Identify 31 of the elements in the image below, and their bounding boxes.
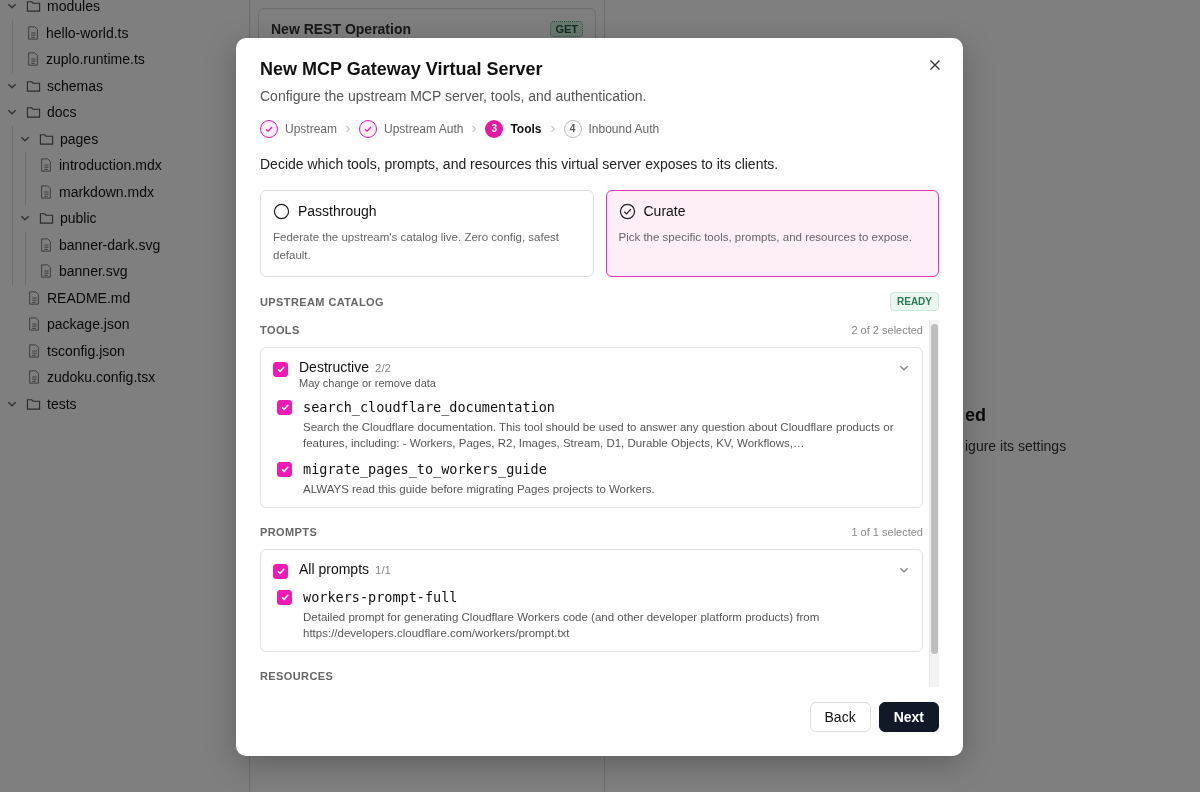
section-heading: PROMPTS [260,525,318,538]
option-description: Pick the specific tools, prompts, and resources to expose. [618,229,913,245]
step-number: 4 [563,119,582,138]
item-name: workers-prompt-full [303,587,459,607]
item-name: migrate_pages_to_workers_guide [303,459,548,479]
operation-title: New REST Operation [271,21,412,37]
option-title: Curate [643,203,686,220]
dialog-title: New MCP Gateway Virtual Server [260,58,543,80]
section-heading: RESOURCES [260,669,334,682]
item-description: Detailed prompt for generating Cloudflare Workers code (and other developer platform products) from https://developers.cloudflare.com/workers/prompt.txt [303,609,821,641]
empty-state-title: ed [965,405,987,426]
method-badge: GET [550,21,583,37]
group-count: 1/1 [375,563,392,576]
group-name: Destructive [299,357,370,377]
group-count: 2/2 [375,361,392,374]
item-description: ALWAYS read this guide before migrating Pages projects to Workers. [303,481,655,497]
option-description: Federate the upstream's catalog live. Zero config, safest default. [273,229,560,263]
item-description: Search the Cloudflare documentation. This tool should be used to answer any question about Cloudflare products or features, including: - Workers, Pages, R2, Images, Stream, D1, Durable Objects, KV, Workflows,… [303,419,895,451]
selection-count: 1 of 1 selected [851,525,923,538]
selection-count: 2 of 2 selected [851,323,923,336]
section-heading: TOOLS [260,323,300,336]
step-number: 3 [485,119,504,138]
option-title: Passthrough [298,203,377,220]
item-name: search_cloudflare_documentation [303,397,556,417]
status-badge: READY [890,292,939,312]
group-description: May change or remove data [299,376,437,389]
group-name: All prompts [299,559,370,579]
empty-state-text: igure its settings [965,438,1068,454]
section-heading: UPSTREAM CATALOG [260,295,384,308]
intro-text: Decide which tools, prompts, and resources this virtual server exposes to its clients. [260,154,780,174]
dialog-subtitle: Configure the upstream MCP server, tools, and authentication. [260,87,648,106]
